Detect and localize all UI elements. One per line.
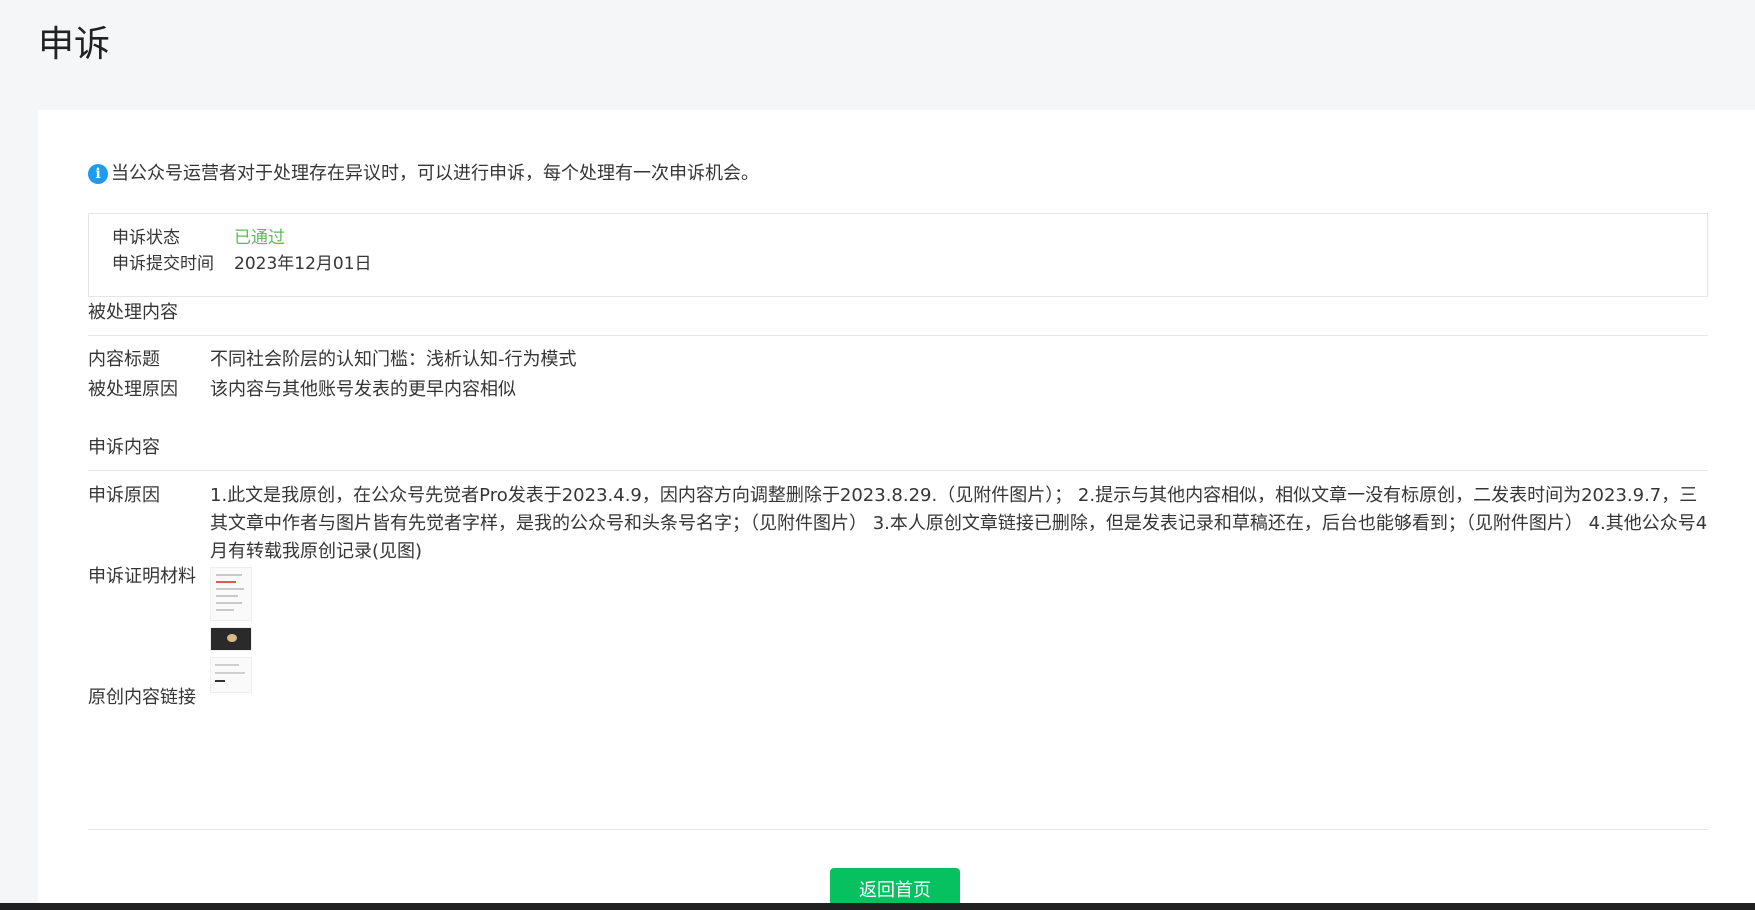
status-label: 申诉状态: [112, 228, 180, 248]
appeal-notice: i 当公众号运营者对于处理存在异议时，可以进行申诉，每个处理有一次申诉机会。: [88, 162, 759, 186]
original-link-label: 原创内容链接: [88, 687, 196, 708]
evidence-image[interactable]: [210, 627, 252, 651]
submit-time-row: 申诉提交时间 2023年12月01日: [112, 250, 372, 278]
status-box: 申诉状态 已通过 申诉提交时间 2023年12月01日: [88, 213, 1708, 297]
notice-text: 当公众号运营者对于处理存在异议时，可以进行申诉，每个处理有一次申诉机会。: [111, 163, 759, 184]
processed-section-title: 被处理内容: [88, 299, 1708, 336]
submit-time-label: 申诉提交时间: [112, 254, 214, 274]
appeal-card: i 当公众号运营者对于处理存在异议时，可以进行申诉，每个处理有一次申诉机会。 申…: [38, 110, 1755, 910]
info-icon: i: [88, 164, 108, 184]
status-row: 申诉状态 已通过: [112, 224, 285, 252]
status-badge: 已通过: [234, 228, 285, 248]
processed-reason-label: 被处理原因: [88, 379, 178, 400]
page-title: 申诉: [38, 24, 111, 65]
content-title-row: 内容标题 不同社会阶层的认知门槛：浅析认知-行为模式: [88, 346, 577, 374]
evidence-thumbnails: [210, 567, 252, 693]
appeal-reason-value: 1.此文是我原创，在公众号先觉者Pro发表于2023.4.9，因内容方向调整删除…: [210, 485, 1708, 562]
divider: [88, 829, 1708, 830]
evidence-label: 申诉证明材料: [88, 566, 196, 587]
appeal-reason-label: 申诉原因: [88, 485, 160, 506]
evidence-row: 申诉证明材料: [88, 563, 252, 693]
original-link-row: 原创内容链接: [88, 684, 210, 712]
submit-time-value: 2023年12月01日: [234, 254, 372, 274]
evidence-image[interactable]: [210, 567, 252, 621]
processed-reason-row: 被处理原因 该内容与其他账号发表的更早内容相似: [88, 376, 516, 404]
appeal-reason-row: 申诉原因 1.此文是我原创，在公众号先觉者Pro发表于2023.4.9，因内容方…: [88, 482, 1710, 566]
processed-reason-value: 该内容与其他账号发表的更早内容相似: [210, 379, 516, 400]
content-title-value: 不同社会阶层的认知门槛：浅析认知-行为模式: [210, 349, 577, 370]
evidence-image[interactable]: [210, 657, 252, 693]
appeal-section-title: 申诉内容: [88, 434, 1708, 471]
content-title-label: 内容标题: [88, 349, 160, 370]
taskbar-edge: [0, 903, 1755, 910]
